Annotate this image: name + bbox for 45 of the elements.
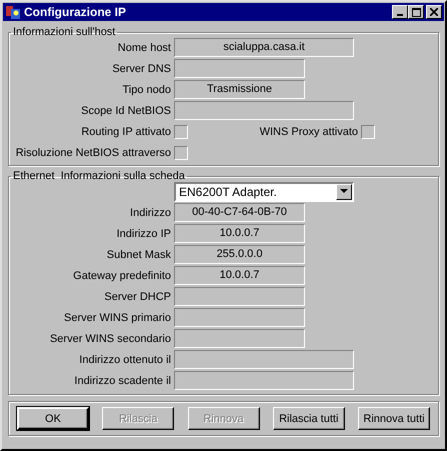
text-field[interactable] bbox=[174, 287, 305, 306]
text-field[interactable]: 255.0.0.0 bbox=[174, 245, 305, 264]
adapter-dropdown[interactable]: EN6200T Adapter. bbox=[174, 182, 354, 202]
field-label: Scope Id NetBIOS bbox=[80, 104, 172, 116]
dialog-button[interactable]: OK bbox=[17, 407, 89, 430]
checkbox-label: Routing IP attivato bbox=[80, 126, 172, 138]
text-field[interactable]: 10.0.0.7 bbox=[174, 224, 305, 243]
dialog-button[interactable]: Rilascia tutti bbox=[272, 407, 345, 430]
close-button[interactable] bbox=[426, 5, 442, 19]
checkbox[interactable] bbox=[361, 124, 375, 138]
text-field[interactable] bbox=[174, 308, 305, 327]
field-label: Indirizzo bbox=[129, 206, 172, 218]
field-label: Subnet Mask bbox=[106, 248, 172, 260]
checkbox-label: Risoluzione NetBIOS attraverso bbox=[14, 146, 172, 158]
maximize-icon bbox=[412, 8, 420, 16]
text-field[interactable]: Trasmissione bbox=[174, 80, 305, 99]
text-field[interactable] bbox=[174, 59, 305, 78]
text-field[interactable] bbox=[174, 101, 354, 120]
field-label: Server DHCP bbox=[103, 290, 172, 302]
dialog-button[interactable]: Rinnova tutti bbox=[358, 407, 430, 430]
text-field[interactable] bbox=[174, 350, 354, 369]
text-field[interactable]: scialuppa.casa.it bbox=[174, 38, 354, 57]
field-label: Tipo nodo bbox=[121, 84, 172, 96]
group-title: Informazioni sull'host bbox=[12, 26, 116, 38]
text-field[interactable]: 00-40-C7-64-0B-70 bbox=[174, 203, 305, 222]
checkbox[interactable] bbox=[174, 124, 188, 138]
maximize-button[interactable] bbox=[408, 5, 424, 19]
minimize-button[interactable] bbox=[392, 5, 408, 19]
field-label: Indirizzo scadente il bbox=[73, 374, 172, 386]
field-label: Nome host bbox=[116, 42, 172, 54]
field-label: Indirizzo ottenuto il bbox=[78, 354, 172, 366]
group-title: Ethernet Informazioni sulla scheda bbox=[12, 170, 186, 182]
dropdown-arrow-icon bbox=[340, 189, 348, 194]
field-label: Server WINS secondario bbox=[48, 332, 172, 344]
field-label: Indirizzo IP bbox=[116, 228, 172, 240]
checkbox-label: WINS Proxy attivato bbox=[258, 126, 359, 138]
window-title: Configurazione IP bbox=[24, 5, 127, 19]
text-field[interactable] bbox=[174, 329, 305, 348]
text-field[interactable] bbox=[174, 371, 354, 390]
checkbox[interactable] bbox=[174, 146, 188, 160]
text-field[interactable]: 10.0.0.7 bbox=[174, 266, 305, 285]
field-label: Gateway predefinito bbox=[72, 270, 172, 282]
field-label: Server WINS primario bbox=[63, 312, 172, 324]
close-icon bbox=[430, 8, 438, 16]
field-label: Server DNS bbox=[111, 62, 172, 74]
